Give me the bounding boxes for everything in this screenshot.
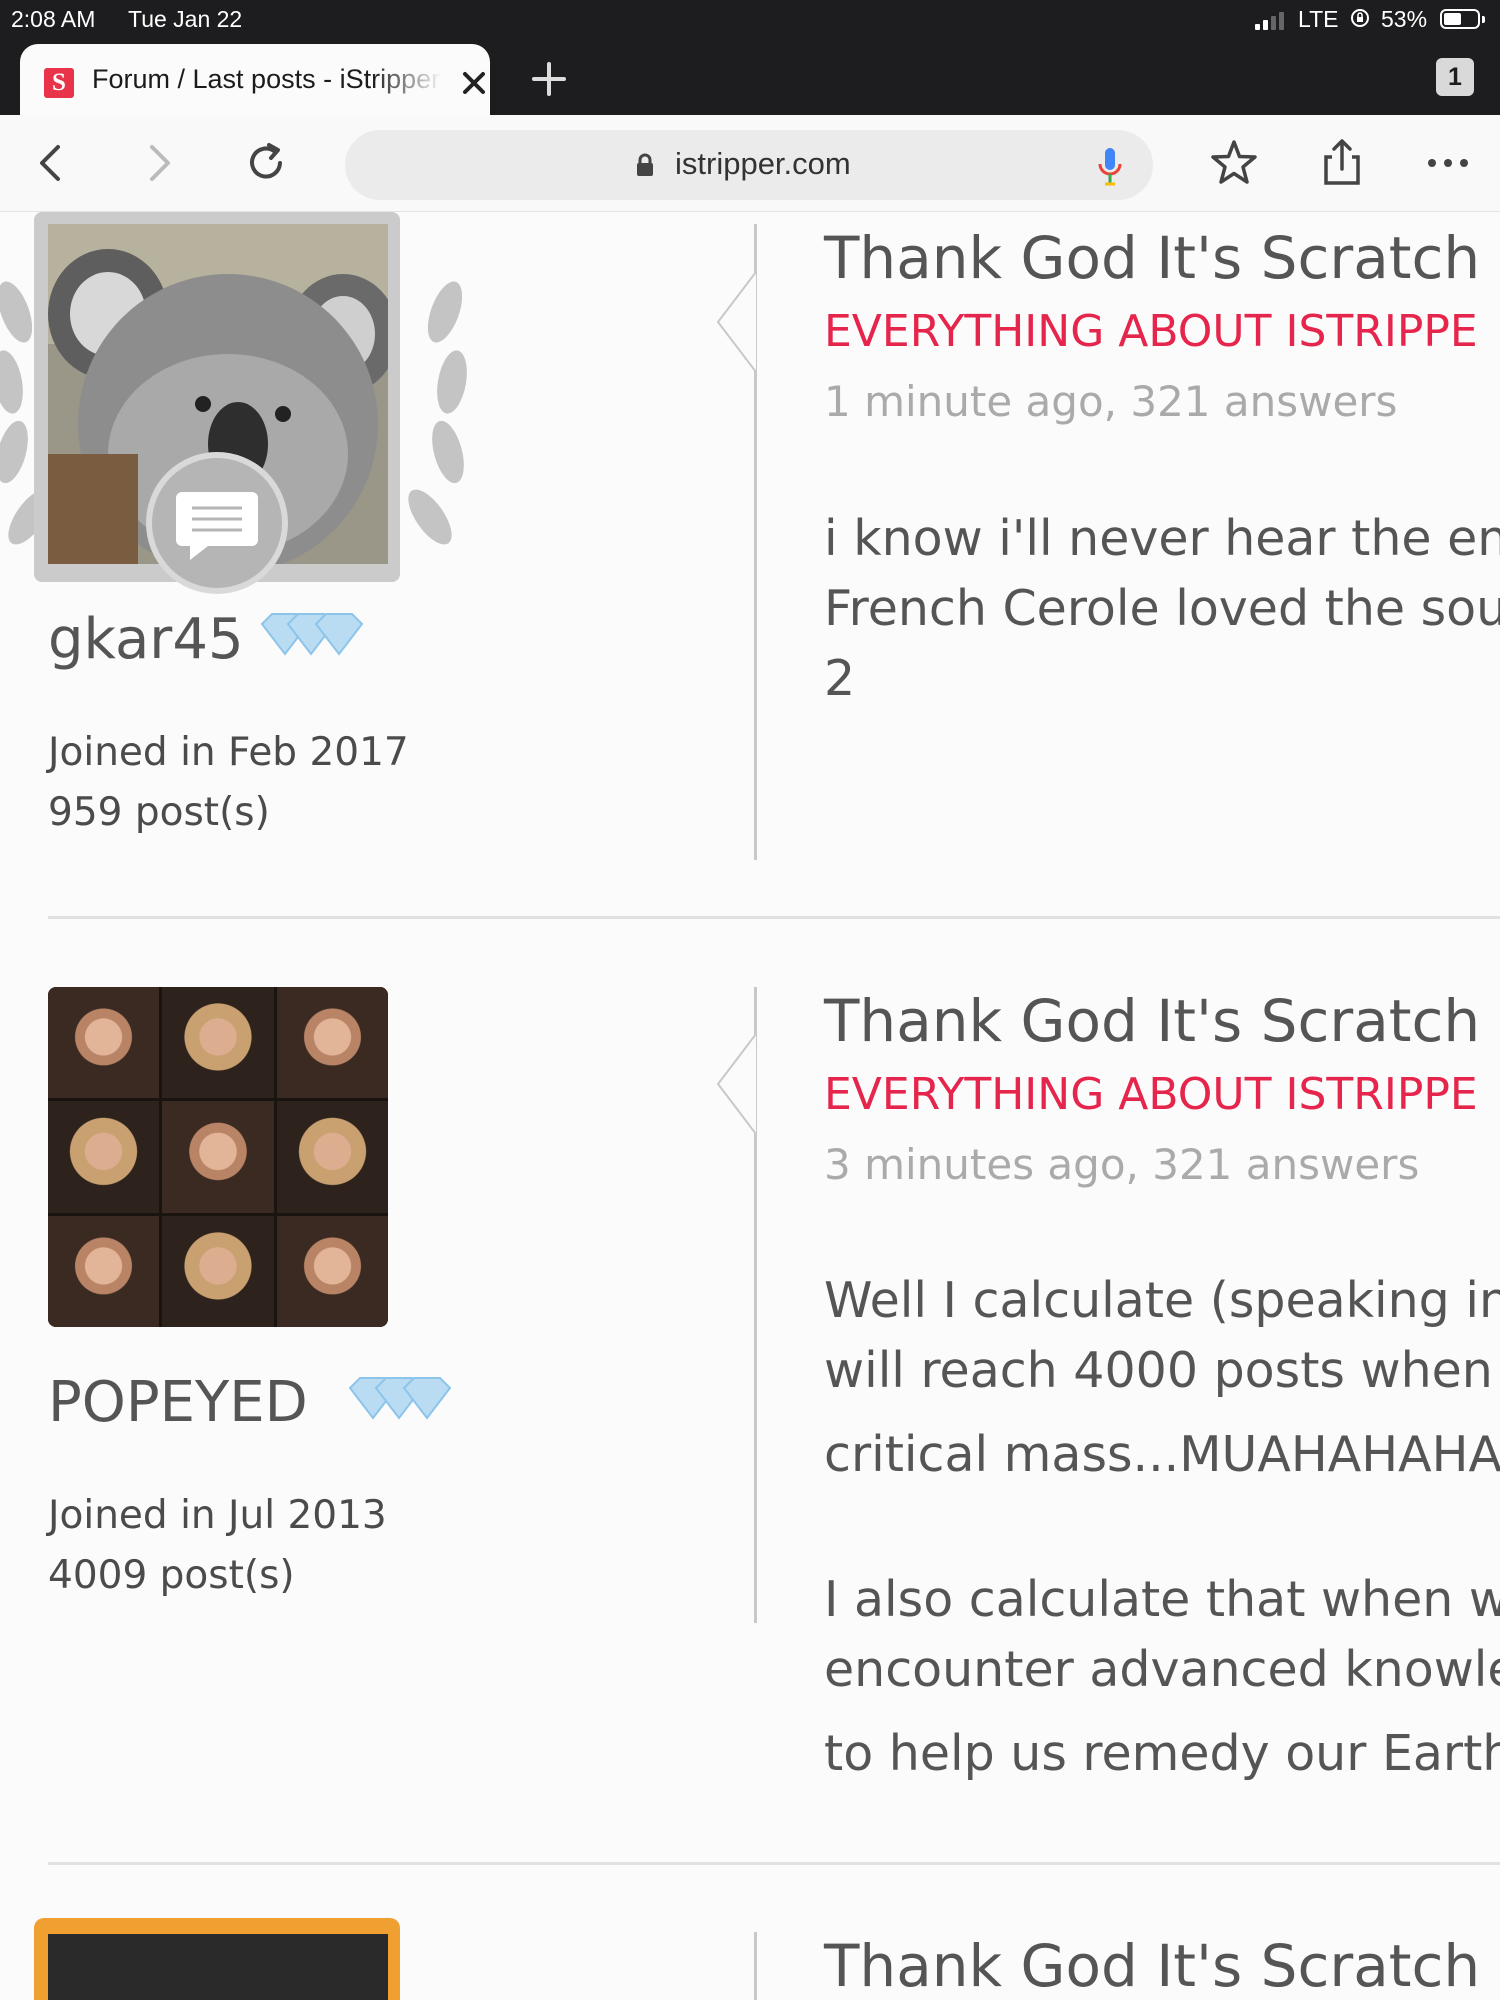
username[interactable]: POPEYED bbox=[48, 1370, 308, 1435]
more-dots-icon[interactable] bbox=[1422, 137, 1474, 189]
post-body-line: 2 bbox=[824, 650, 856, 707]
post-body-line: encounter advanced knowled bbox=[824, 1641, 1500, 1698]
forum-category-link[interactable]: EVERYTHING ABOUT ISTRIPPE bbox=[824, 306, 1478, 357]
joined-date: Joined in Jul 2013 bbox=[48, 1493, 387, 1538]
post-body-line: will reach 4000 posts when m bbox=[824, 1342, 1500, 1399]
avatar-gkar45[interactable] bbox=[0, 212, 467, 602]
tab-strip: S Forum / Last posts - iStripper 1 bbox=[0, 40, 1500, 115]
padlock-icon bbox=[637, 153, 653, 176]
battery-nub bbox=[1482, 16, 1485, 23]
tab-forum[interactable]: S Forum / Last posts - iStripper bbox=[20, 44, 490, 115]
speech-arrow-icon bbox=[716, 1034, 756, 1134]
status-date: Tue Jan 22 bbox=[128, 6, 243, 32]
forward-chevron-icon[interactable] bbox=[132, 137, 184, 189]
avatar-frame-gold[interactable] bbox=[34, 1918, 400, 2000]
back-chevron-icon[interactable] bbox=[26, 137, 78, 189]
avatar-image bbox=[48, 1934, 388, 2000]
speech-bubble-badge-icon bbox=[146, 452, 288, 594]
speech-arrow-icon bbox=[716, 272, 756, 372]
post-meta: 1 minute ago, 321 answers bbox=[824, 377, 1398, 426]
post-body-line: i know i'll never hear the end bbox=[824, 510, 1500, 567]
battery-fill bbox=[1444, 13, 1461, 25]
popeyed-avatar-image[interactable] bbox=[48, 987, 388, 1327]
post-divider-vertical bbox=[754, 1932, 757, 2000]
battery-percent: 53% bbox=[1381, 6, 1428, 32]
signal-strength-icon bbox=[1255, 10, 1284, 30]
forum-last-posts: gkar45 Joined in Feb 2017 959 post(s) Th… bbox=[0, 212, 1500, 2000]
post-meta: 3 minutes ago, 321 answers bbox=[824, 1140, 1420, 1189]
thread-title-link[interactable]: Thank God It's Scratch Da bbox=[824, 987, 1500, 1055]
post-body-line: to help us remedy our Earthly bbox=[824, 1725, 1500, 1782]
tab-title: Forum / Last posts - iStripper bbox=[92, 64, 441, 94]
joined-date: Joined in Feb 2017 bbox=[48, 730, 409, 775]
star-icon[interactable] bbox=[1208, 137, 1260, 189]
reload-icon[interactable] bbox=[240, 137, 292, 189]
username[interactable]: gkar45 bbox=[48, 607, 244, 672]
url-text: istripper.com bbox=[675, 146, 851, 181]
close-tab-icon[interactable] bbox=[460, 69, 488, 97]
tab-count-button[interactable]: 1 bbox=[1436, 58, 1474, 96]
share-icon[interactable] bbox=[1316, 137, 1368, 189]
microphone-icon[interactable] bbox=[1097, 146, 1123, 188]
battery-icon bbox=[1440, 9, 1485, 29]
diamond-rank-icon bbox=[348, 1377, 452, 1420]
post-body-line: Well I calculate (speaking in r bbox=[824, 1272, 1500, 1329]
thread-title-link[interactable]: Thank God It's Scratch Da bbox=[824, 224, 1500, 292]
post-count: 4009 post(s) bbox=[48, 1553, 295, 1598]
post-count: 959 post(s) bbox=[48, 790, 270, 835]
post-separator bbox=[48, 1862, 1500, 1865]
browser-toolbar: istripper.com bbox=[0, 115, 1500, 212]
address-bar[interactable]: istripper.com bbox=[345, 130, 1153, 200]
post-body-line: French Cerole loved the soun bbox=[824, 580, 1500, 637]
forum-category-link[interactable]: EVERYTHING ABOUT ISTRIPPE bbox=[824, 1069, 1478, 1120]
post-body-line: critical mass...MUAHAHAHA bbox=[824, 1426, 1500, 1483]
status-time: 2:08 AM bbox=[11, 6, 96, 32]
post-separator bbox=[48, 916, 1500, 919]
diamond-rank-icon bbox=[260, 613, 364, 656]
post-body-line: I also calculate that when we bbox=[824, 1571, 1500, 1628]
status-bar: 2:08 AM Tue Jan 22 LTE 53% bbox=[0, 0, 1500, 40]
thread-title-link[interactable]: Thank God It's Scratch Da bbox=[824, 1932, 1500, 2000]
orientation-lock-icon bbox=[1351, 9, 1369, 27]
new-tab-plus-icon[interactable] bbox=[530, 60, 568, 98]
istripper-favicon-icon: S bbox=[44, 68, 74, 98]
network-type: LTE bbox=[1298, 6, 1339, 32]
